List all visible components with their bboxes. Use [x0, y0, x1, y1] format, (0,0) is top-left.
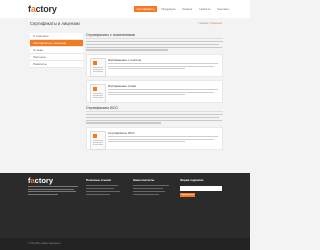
- site-logo[interactable]: factory: [28, 4, 57, 14]
- footer-subscribe-heading: Форма подписки: [180, 178, 204, 182]
- certificate-thumbnail[interactable]: [90, 58, 106, 77]
- card-text: [108, 89, 218, 97]
- nav-item-contacts[interactable]: Контакты: [215, 6, 232, 12]
- nav-item-news[interactable]: Новости: [197, 6, 213, 12]
- breadcrumb-current: Лицензии: [210, 22, 222, 25]
- copyright-text: © 2014 Все права защищены: [28, 242, 61, 245]
- certificate-card[interactable]: Изображение слева: [86, 80, 223, 103]
- main-content: Сертификаты с пояснениями Изображение с …: [86, 33, 223, 167]
- footer-logo[interactable]: factory: [28, 176, 53, 185]
- footer-contacts-column: Наши контакты: [133, 178, 173, 197]
- section-certificates: Сертификаты с пояснениями: [86, 33, 223, 52]
- card-title: Изображение слева: [108, 84, 136, 88]
- section-title: Сертификаты ИСО: [86, 106, 223, 112]
- card-title: Сертификаты ИСО: [108, 131, 135, 135]
- section-iso: Сертификаты ИСО: [86, 106, 223, 125]
- nav-item-certificates[interactable]: Сертификаты: [134, 6, 157, 12]
- logo-rest: ctory: [35, 4, 57, 14]
- certificate-card[interactable]: Изображение с текстом: [86, 54, 223, 77]
- card-text: [108, 136, 218, 144]
- breadcrumb: Главная / Лицензии: [198, 22, 222, 25]
- sidebar: О компании Сертификаты и лицензии Отзывы…: [30, 33, 83, 68]
- footer-contacts-heading: Наши контакты: [133, 178, 155, 182]
- page-title-row: Сертификаты и лицензии Главная / Лицензи…: [30, 20, 222, 30]
- footer-links-heading: Полезные ссылки: [86, 178, 112, 182]
- certificate-thumbnail[interactable]: [90, 84, 106, 103]
- sidebar-item-partners[interactable]: Партнеры: [30, 54, 83, 61]
- sidebar-item-requisites[interactable]: Реквизиты: [30, 61, 83, 68]
- card-title: Изображение с текстом: [108, 58, 141, 62]
- section-title: Сертификаты с пояснениями: [86, 33, 223, 39]
- nav-item-products[interactable]: Продукция: [159, 6, 178, 12]
- footer-subscribe-column: Форма подписки: [180, 178, 222, 185]
- footer-logo-rest: ctory: [34, 176, 54, 185]
- footer-about-text: [28, 186, 78, 196]
- main-nav: Сертификаты Продукция Каталог Новости Ко…: [134, 6, 232, 12]
- breadcrumb-home[interactable]: Главная: [198, 22, 208, 25]
- certificate-card[interactable]: Сертификаты ИСО: [86, 127, 223, 150]
- page-title: Сертификаты и лицензии: [30, 21, 80, 26]
- text-block: [86, 114, 223, 124]
- footer-links-column: Полезные ссылки: [86, 178, 126, 197]
- sidebar-item-reviews[interactable]: Отзывы: [30, 47, 83, 54]
- subscribe-button[interactable]: Подписаться: [180, 193, 195, 197]
- sidebar-item-certificates[interactable]: Сертификаты и лицензии: [30, 40, 83, 47]
- card-text: [108, 63, 218, 71]
- text-block: [86, 41, 223, 51]
- subscribe-email-input[interactable]: [180, 186, 222, 191]
- nav-item-catalog[interactable]: Каталог: [180, 6, 195, 12]
- certificate-thumbnail[interactable]: [90, 131, 106, 150]
- sidebar-item-about[interactable]: О компании: [30, 33, 83, 40]
